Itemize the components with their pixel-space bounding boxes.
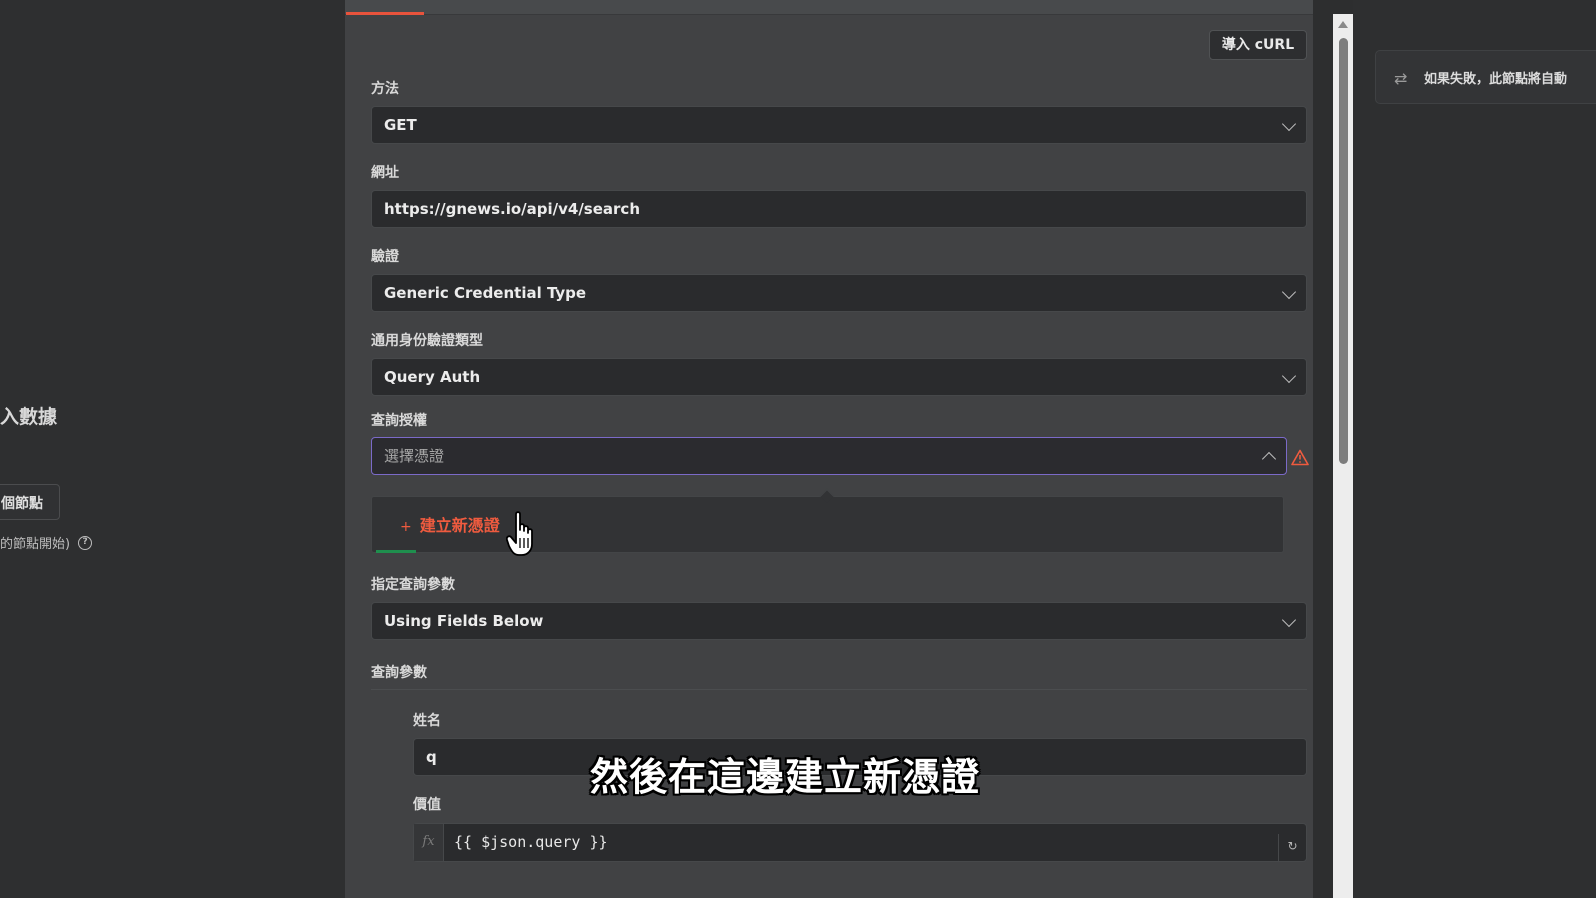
left-pane: 入數據 個節點 的節點開始) ? <box>0 0 345 898</box>
section-divider <box>371 689 1307 690</box>
method-label: 方法 <box>371 81 399 97</box>
method-value: GET <box>384 116 417 134</box>
expand-expression-icon[interactable]: ↻ <box>1278 834 1306 862</box>
expression-text: {{ $json.query }} <box>454 833 608 851</box>
hand-cursor-icon <box>506 511 533 556</box>
method-select[interactable]: GET <box>371 106 1307 144</box>
input-data-title: 入數據 <box>0 406 58 428</box>
chevron-up-icon <box>1261 451 1277 467</box>
tab-settings[interactable] <box>441 0 481 14</box>
credential-placeholder: 選擇憑證 <box>384 447 445 465</box>
specify-query-params-select[interactable]: Using Fields Below <box>371 602 1307 640</box>
retry-icon: ⇄ <box>1394 69 1408 88</box>
fx-icon: fx <box>414 824 444 861</box>
video-subtitle: 然後在這邊建立新憑證 <box>590 755 981 799</box>
tab-parameters[interactable] <box>346 0 424 15</box>
panel-tabbar <box>345 0 1313 15</box>
create-new-credential-label: 建立新憑證 <box>419 516 500 535</box>
scroll-thumb[interactable] <box>1339 38 1348 464</box>
chevron-down-icon <box>1281 284 1297 300</box>
param-value-label: 價值 <box>413 797 441 813</box>
param-name-label: 姓名 <box>413 713 441 729</box>
select-node-button[interactable]: 個節點 <box>0 484 60 520</box>
generic-auth-type-value: Query Auth <box>384 368 481 386</box>
scroll-indicator <box>376 550 416 553</box>
right-pane: ⇄ 如果失敗，此節點將自動 <box>1353 0 1596 898</box>
warning-icon <box>1291 449 1309 466</box>
dropdown-caret <box>819 488 835 504</box>
create-new-credential-option[interactable]: + 建立新憑證 <box>400 512 500 536</box>
left-hint-text: 的節點開始) <box>0 537 71 552</box>
query-params-label: 查詢參數 <box>371 665 427 681</box>
help-icon[interactable]: ? <box>78 535 93 550</box>
import-curl-button[interactable]: 導入 cURL <box>1209 30 1307 60</box>
authentication-value: Generic Credential Type <box>384 284 587 302</box>
chevron-down-icon <box>1281 612 1297 628</box>
left-hint: 的節點開始) ? <box>0 533 93 552</box>
chevron-down-icon <box>1281 116 1297 132</box>
generic-auth-type-select[interactable]: Query Auth <box>371 358 1307 396</box>
plus-icon: + <box>400 519 412 535</box>
url-value: https://gnews.io/api/v4/search <box>384 200 641 218</box>
generic-auth-type-label: 通用身份驗證類型 <box>371 333 483 349</box>
url-input[interactable]: https://gnews.io/api/v4/search <box>371 190 1307 228</box>
specify-query-params-label: 指定查詢參數 <box>371 577 455 593</box>
param-name-value: q <box>426 748 437 766</box>
param-value-expression-input[interactable]: fx {{ $json.query }} ↻ <box>413 823 1307 862</box>
authentication-select[interactable]: Generic Credential Type <box>371 274 1307 312</box>
authentication-label: 驗證 <box>371 249 399 265</box>
panel-scrollbar[interactable] <box>1333 14 1353 898</box>
retry-text: 如果失敗，此節點將自動 <box>1424 72 1568 87</box>
credential-select[interactable]: 選擇憑證 <box>371 437 1287 475</box>
specify-query-params-value: Using Fields Below <box>384 612 544 630</box>
url-label: 網址 <box>371 165 399 181</box>
query-auth-label: 查詢授權 <box>371 413 427 429</box>
scroll-up-icon[interactable] <box>1338 21 1348 28</box>
chevron-down-icon <box>1281 368 1297 384</box>
retry-notice: ⇄ 如果失敗，此節點將自動 <box>1375 50 1596 104</box>
